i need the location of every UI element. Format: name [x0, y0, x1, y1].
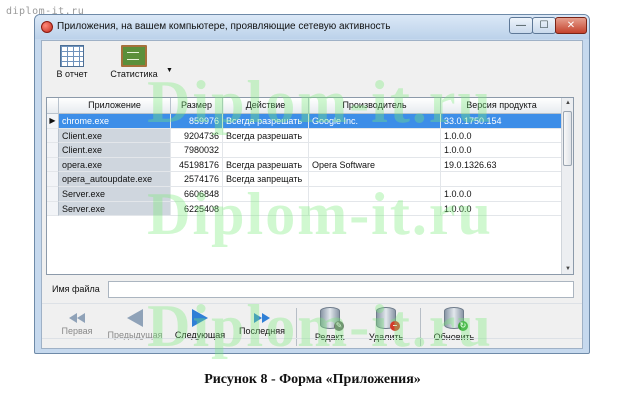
cell-action[interactable] [223, 186, 309, 202]
first-button[interactable]: Первая [56, 307, 98, 336]
previous-button[interactable]: Предыдущая [106, 307, 164, 340]
edit-button[interactable]: ✎ Редакт. [308, 307, 352, 342]
next-button[interactable]: Следующая [172, 307, 228, 340]
cell-version[interactable]: 1.0.0.0 [441, 201, 563, 217]
column-header-action[interactable]: Действие [223, 98, 309, 114]
last-record-icon [236, 313, 288, 323]
cell-vendor[interactable] [309, 201, 441, 217]
column-header-size[interactable]: Размер [171, 98, 223, 114]
database-refresh-icon: ↻ [444, 307, 468, 331]
scroll-up-icon[interactable]: ▲ [562, 100, 573, 106]
table-row[interactable]: Server.exe 6606848 1.0.0.0 [47, 186, 563, 202]
column-header-vendor[interactable]: Производитель [309, 98, 441, 114]
vertical-scrollbar[interactable]: ▲ ▼ [561, 98, 573, 274]
statistics-dropdown-icon[interactable]: ▼ [166, 67, 173, 74]
applications-window: Приложения, на вашем компьютере, проявля… [34, 14, 590, 354]
delete-button[interactable]: – Удалить [364, 307, 408, 342]
cell-application[interactable]: opera.exe [59, 157, 171, 173]
last-label: Последняя [238, 326, 285, 336]
cell-vendor[interactable] [309, 128, 441, 144]
next-record-icon [192, 309, 208, 327]
title-bar[interactable]: Приложения, на вашем компьютере, проявля… [35, 15, 589, 39]
first-label: Первая [61, 326, 93, 336]
cell-application[interactable]: Client.exe [59, 128, 171, 144]
cell-vendor[interactable] [309, 186, 441, 202]
cell-vendor[interactable]: Opera Software [309, 157, 441, 173]
cell-size[interactable]: 45198176 [171, 157, 223, 173]
cell-vendor[interactable] [309, 143, 441, 158]
cell-application[interactable]: Server.exe [59, 201, 171, 217]
table-row[interactable]: opera_autoupdate.exe 2574176 Всегда запр… [47, 172, 563, 187]
status-bar [42, 338, 582, 348]
table-body: ▶ chrome.exe 859976 Всегда разрешать Goo… [47, 114, 563, 217]
scroll-thumb[interactable] [563, 111, 572, 166]
cell-action[interactable]: Всегда запрещать [223, 172, 309, 187]
report-button[interactable]: В отчет [52, 45, 92, 79]
cell-version[interactable] [441, 172, 563, 187]
table-row[interactable]: Server.exe 6225408 1.0.0.0 [47, 201, 563, 217]
cell-version[interactable]: 1.0.0.0 [441, 186, 563, 202]
cell-vendor[interactable]: Google Inc. [309, 114, 441, 129]
table-row[interactable]: Client.exe 9204736 Всегда разрешать 1.0.… [47, 128, 563, 144]
cell-action[interactable]: Всегда разрешать [223, 114, 309, 129]
row-selector[interactable] [47, 201, 59, 217]
cell-size[interactable]: 7980032 [171, 143, 223, 158]
table-header: Приложение Размер Действие Производитель… [47, 98, 563, 114]
row-selector-header [47, 98, 59, 114]
cell-application[interactable]: chrome.exe [59, 114, 171, 129]
maximize-button[interactable]: ☐ [532, 17, 556, 34]
cell-size[interactable]: 9204736 [171, 128, 223, 144]
figure-caption: Рисунок 8 - Форма «Приложения» [204, 372, 421, 387]
close-button[interactable]: ✕ [555, 17, 587, 34]
column-header-version[interactable]: Версия продукта [441, 98, 563, 114]
refresh-button[interactable]: ↻ Обновить [430, 307, 478, 342]
database-delete-icon: – [376, 307, 400, 331]
toolbar: В отчет Статистика ▼ [42, 41, 582, 93]
cell-action[interactable] [223, 201, 309, 217]
statistics-button[interactable]: Статистика [104, 45, 164, 79]
spreadsheet-icon [60, 45, 84, 67]
report-label: В отчет [56, 69, 88, 79]
row-indicator-icon: ▶ [47, 114, 59, 129]
cell-application[interactable]: opera_autoupdate.exe [59, 172, 171, 187]
table-row[interactable]: ▶ chrome.exe 859976 Всегда разрешать Goo… [47, 114, 563, 129]
minimize-button[interactable]: — [509, 17, 533, 34]
chalkboard-icon [121, 45, 147, 67]
scroll-down-icon[interactable]: ▼ [562, 266, 573, 272]
file-name-label: Имя файла [52, 284, 100, 294]
app-icon [41, 21, 53, 33]
cell-action[interactable]: Всегда разрешать [223, 157, 309, 173]
applications-table: Приложение Размер Действие Производитель… [46, 97, 574, 275]
file-name-row: Имя файла [46, 281, 574, 299]
column-header-application[interactable]: Приложение [59, 98, 171, 114]
cell-version[interactable]: 1.0.0.0 [441, 128, 563, 144]
statistics-label: Статистика [110, 69, 158, 79]
cell-size[interactable]: 2574176 [171, 172, 223, 187]
table-row[interactable]: Client.exe 7980032 1.0.0.0 [47, 143, 563, 158]
cell-size[interactable]: 859976 [171, 114, 223, 129]
cell-version[interactable]: 33.0.1750.154 [441, 114, 563, 129]
window-client-area: В отчет Статистика ▼ Приложение Размер Д… [41, 40, 583, 349]
previous-record-icon [127, 309, 143, 327]
file-name-input[interactable] [108, 281, 574, 298]
window-title: Приложения, на вашем компьютере, проявля… [57, 21, 391, 32]
cell-vendor[interactable] [309, 172, 441, 187]
cell-version[interactable]: 19.0.1326.63 [441, 157, 563, 173]
cell-version[interactable]: 1.0.0.0 [441, 143, 563, 158]
row-selector[interactable] [47, 143, 59, 158]
row-selector[interactable] [47, 172, 59, 187]
cell-size[interactable]: 6606848 [171, 186, 223, 202]
first-record-icon [56, 313, 98, 323]
cell-application[interactable]: Server.exe [59, 186, 171, 202]
last-button[interactable]: Последняя [236, 307, 288, 336]
cell-action[interactable] [223, 143, 309, 158]
row-selector[interactable] [47, 157, 59, 173]
cell-size[interactable]: 6225408 [171, 201, 223, 217]
database-edit-icon: ✎ [320, 307, 344, 331]
cell-action[interactable]: Всегда разрешать [223, 128, 309, 144]
table-row[interactable]: opera.exe 45198176 Всегда разрешать Oper… [47, 157, 563, 173]
row-selector[interactable] [47, 128, 59, 144]
row-selector[interactable] [47, 186, 59, 202]
cell-application[interactable]: Client.exe [59, 143, 171, 158]
